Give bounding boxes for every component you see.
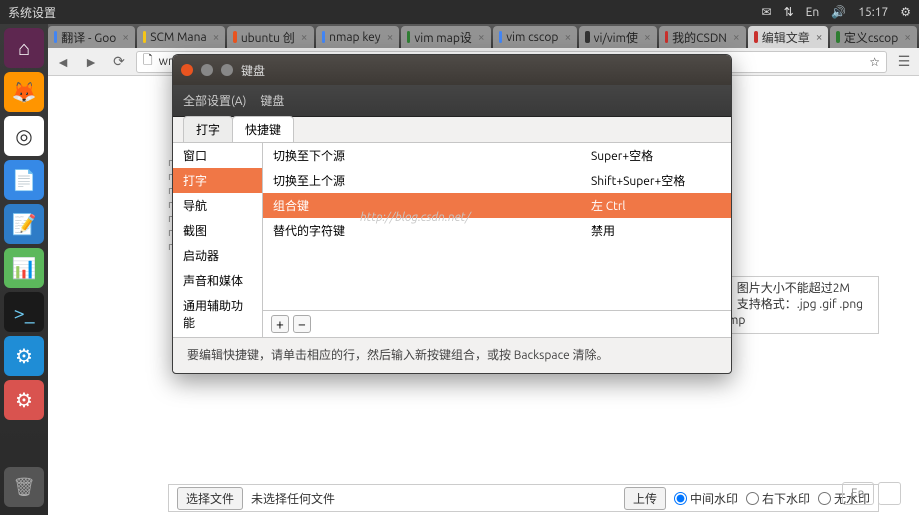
lang-en[interactable]: En — [842, 482, 874, 505]
close-icon[interactable]: × — [122, 31, 129, 44]
file-upload-row: 选择文件 未选择任何文件 上传 中间水印 右下水印 无水印 — [168, 484, 879, 512]
browser-tab[interactable]: vi/vim使× — [579, 26, 657, 48]
browser-tab[interactable]: vim cscop× — [493, 26, 578, 48]
shortcut-row[interactable]: 切换至上个源Shift+Super+空格 — [263, 168, 731, 193]
choose-file-button[interactable]: 选择文件 — [177, 487, 243, 510]
upload-button[interactable]: 上传 — [624, 487, 666, 510]
minimize-icon[interactable] — [201, 64, 213, 76]
dialog-title: 键盘 — [241, 62, 265, 79]
dialog-titlebar[interactable]: 键盘 — [173, 55, 731, 85]
add-button[interactable]: + — [271, 315, 289, 333]
tab-shortcut[interactable]: 快捷键 — [232, 116, 294, 142]
wm-center-radio[interactable]: 中间水印 — [674, 490, 738, 507]
indicator-area: ✉ ⇅ En 🔊 15:17 ⚙ — [762, 5, 911, 19]
terminal-icon[interactable]: >_ — [4, 292, 44, 332]
sidebar-item[interactable]: 截图 — [173, 218, 262, 243]
image-hint-2: 2、支持格式：.jpg .gif .png .bmp — [718, 297, 870, 329]
browser-tab[interactable]: nmap key× — [316, 26, 400, 48]
calc-icon[interactable]: 📊 — [4, 248, 44, 288]
close-icon[interactable]: × — [387, 31, 394, 44]
wm-br-radio[interactable]: 右下水印 — [746, 490, 810, 507]
browser-tab[interactable]: 翻译 - Goo× — [48, 26, 135, 48]
gear-icon[interactable]: ⚙ — [900, 5, 911, 19]
trash-icon[interactable]: 🗑 — [4, 467, 44, 507]
image-hint-box: 1、图片大小不能超过2M 2、支持格式：.jpg .gif .png .bmp — [709, 276, 879, 334]
dash-icon[interactable]: ⌂ — [4, 28, 44, 68]
sidebar-item[interactable]: 系统 — [173, 335, 262, 337]
close-icon[interactable]: × — [301, 31, 308, 44]
chrome-icon[interactable]: ◎ — [4, 116, 44, 156]
shortcut-row[interactable]: 组合键左 Ctrl — [263, 193, 731, 218]
close-icon[interactable] — [181, 64, 193, 76]
shortcut-row[interactable]: 替代的字符键禁用 — [263, 218, 731, 243]
browser-tab[interactable]: 我的CSDN× — [659, 26, 746, 48]
close-icon[interactable]: × — [564, 31, 571, 44]
browser-tab[interactable]: vim map设× — [401, 26, 490, 48]
image-hint-1: 1、图片大小不能超过2M — [718, 281, 870, 297]
files-icon[interactable]: 📄 — [4, 160, 44, 200]
forward-button[interactable]: ► — [80, 51, 102, 73]
services-icon[interactable]: ⚙ — [4, 380, 44, 420]
close-icon[interactable]: × — [904, 31, 911, 44]
sidebar-item[interactable]: 通用辅助功能 — [173, 293, 262, 335]
browser-tab[interactable]: ubuntu 创× — [227, 26, 313, 48]
close-icon[interactable]: × — [213, 31, 220, 44]
tab-typing[interactable]: 打字 — [183, 116, 233, 142]
writer-icon[interactable]: 📝 — [4, 204, 44, 244]
back-button[interactable]: ◄ — [52, 51, 74, 73]
keyboard-settings-dialog: 键盘 全部设置(A) 键盘 打字 快捷键 窗口打字导航截图启动器声音和媒体通用辅… — [172, 54, 732, 374]
dialog-tabs: 打字 快捷键 — [173, 117, 731, 143]
lang-switch[interactable]: En — [842, 482, 901, 505]
close-icon[interactable]: × — [816, 31, 823, 44]
keyboard-crumb: 键盘 — [260, 92, 284, 109]
shortcut-row[interactable]: 切换至下个源Super+空格 — [263, 143, 731, 168]
no-file-label: 未选择任何文件 — [251, 490, 335, 507]
maximize-icon[interactable] — [221, 64, 233, 76]
window-title: 系统设置 — [8, 4, 762, 21]
menu-button[interactable]: ☰ — [893, 51, 915, 73]
mail-icon[interactable]: ✉ — [762, 5, 772, 19]
clock[interactable]: 15:17 — [858, 6, 888, 19]
sidebar-item[interactable]: 打字 — [173, 168, 262, 193]
remove-button[interactable]: − — [293, 315, 311, 333]
firefox-icon[interactable]: 🦊 — [4, 72, 44, 112]
close-icon[interactable]: × — [478, 31, 485, 44]
reload-button[interactable]: ⟳ — [108, 51, 130, 73]
sidebar-item[interactable]: 声音和媒体 — [173, 268, 262, 293]
category-sidebar[interactable]: 窗口打字导航截图启动器声音和媒体通用辅助功能系统自定义快捷键 — [173, 143, 263, 337]
close-icon[interactable]: × — [644, 31, 651, 44]
lang-indicator[interactable]: En — [806, 6, 820, 19]
volume-icon[interactable]: 🔊 — [831, 5, 846, 19]
site-icon: 🗋 — [143, 51, 153, 72]
dialog-hint: 要编辑快捷键，请单击相应的行，然后输入新按键组合，或按 Backspace 清除… — [173, 337, 731, 371]
gnome-top-bar: 系统设置 ✉ ⇅ En 🔊 15:17 ⚙ — [0, 0, 919, 24]
bookmark-icon[interactable]: ☆ — [869, 55, 880, 69]
settings-icon[interactable]: ⚙ — [4, 336, 44, 376]
add-remove-row: + − — [263, 310, 731, 337]
browser-tab[interactable]: 定义cscop× — [830, 26, 917, 48]
unity-launcher: ⌂ 🦊 ◎ 📄 📝 📊 >_ ⚙ ⚙ 🗑 — [0, 24, 48, 515]
all-settings-button[interactable]: 全部设置(A) — [183, 92, 246, 109]
dialog-toolbar: 全部设置(A) 键盘 — [173, 85, 731, 117]
browser-tab[interactable]: SCM Mana× — [137, 26, 225, 48]
network-icon[interactable]: ⇅ — [784, 5, 794, 19]
sidebar-item[interactable]: 窗口 — [173, 143, 262, 168]
sidebar-item[interactable]: 启动器 — [173, 243, 262, 268]
close-icon[interactable]: × — [733, 31, 740, 44]
shortcut-list: 切换至下个源Super+空格切换至上个源Shift+Super+空格组合键左 C… — [263, 143, 731, 337]
browser-tab[interactable]: 编辑文章× — [748, 26, 829, 48]
browser-tabs: 翻译 - Goo×SCM Mana×ubuntu 创×nmap key×vim … — [48, 24, 919, 48]
lang-other[interactable] — [878, 482, 902, 505]
sidebar-item[interactable]: 导航 — [173, 193, 262, 218]
